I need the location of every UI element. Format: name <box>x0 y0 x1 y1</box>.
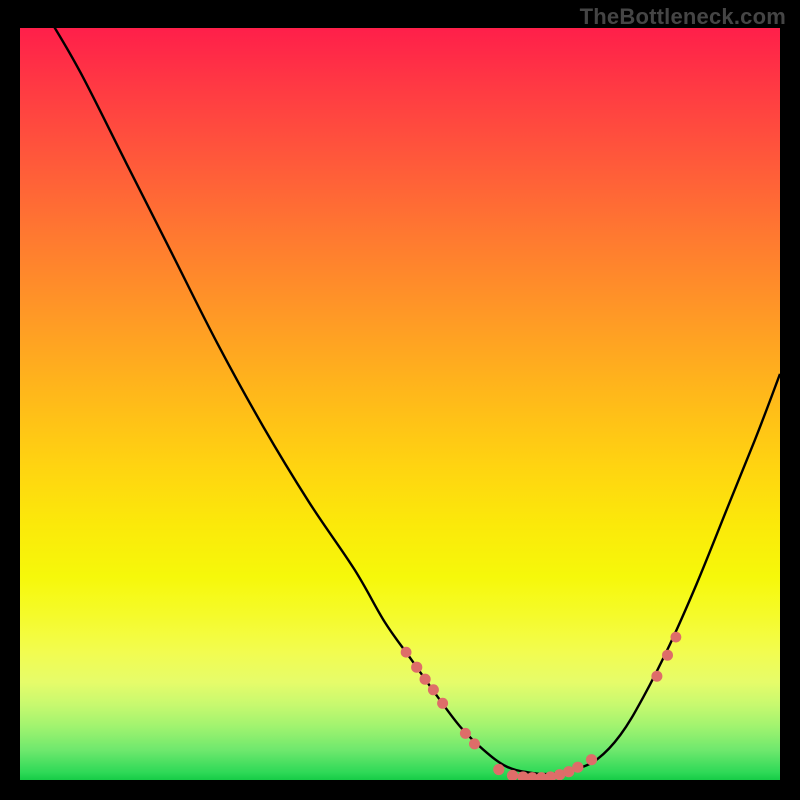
data-dot <box>460 728 471 739</box>
data-dot <box>586 754 597 765</box>
data-dot <box>662 650 673 661</box>
data-dot <box>411 662 422 673</box>
data-dot <box>428 684 439 695</box>
watermark-text: TheBottleneck.com <box>580 4 786 30</box>
data-dot <box>572 762 583 773</box>
data-dot <box>507 770 518 780</box>
data-dot <box>401 647 412 658</box>
data-dot <box>437 698 448 709</box>
data-dot <box>493 764 504 775</box>
data-dot <box>469 738 480 749</box>
data-dot <box>671 632 682 643</box>
data-dot <box>651 671 662 682</box>
data-dot <box>420 674 431 685</box>
plot-region <box>20 28 780 780</box>
curve-layer <box>20 28 780 780</box>
chart-stage: TheBottleneck.com <box>0 0 800 800</box>
